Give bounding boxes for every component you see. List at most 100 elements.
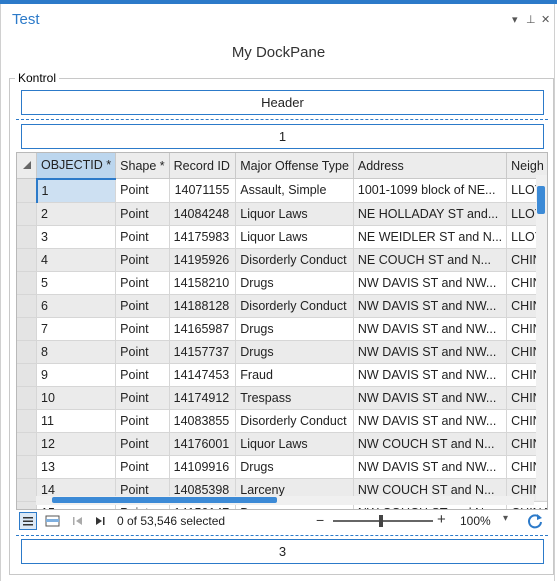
cell-objectid[interactable]: 11 (36, 409, 117, 433)
table-row[interactable]: 2 Point 14084248 Liquor Laws NE HOLLADAY ST … (17, 202, 547, 226)
cell-major-offense-type[interactable]: Drugs (235, 455, 354, 479)
row-header[interactable] (17, 317, 37, 341)
table-row[interactable]: 6 Point 14188128 Disorderly Conduct NW DAVIS… (17, 294, 547, 318)
zoom-slider-thumb[interactable] (379, 515, 383, 527)
cell-shape[interactable]: Point (115, 317, 170, 341)
header-button[interactable]: Header (21, 90, 544, 115)
column-header-record-id[interactable]: Record ID (169, 153, 237, 179)
cell-major-offense-type[interactable]: Disorderly Conduct (235, 294, 354, 318)
cell-shape[interactable]: Point (115, 178, 170, 203)
zoom-level[interactable]: 100% (460, 514, 491, 528)
cell-record-id[interactable]: 14109916 (169, 455, 237, 479)
cell-shape[interactable]: Point (115, 432, 170, 456)
cell-record-id[interactable]: 14175983 (169, 225, 237, 249)
table-row[interactable]: 9 Point 14147453 Fraud NW DAVIS ST and NW...… (17, 363, 547, 387)
cell-major-offense-type[interactable]: Disorderly Conduct (235, 409, 354, 433)
table-row[interactable]: 11 Point 14083855 Disorderly Conduct NW DAVI… (17, 409, 547, 433)
cell-record-id[interactable]: 14176001 (169, 432, 237, 456)
cell-shape[interactable]: Point (115, 409, 170, 433)
cell-objectid[interactable]: 1 (35, 178, 117, 203)
cell-address[interactable]: NW COUCH ST and N... (353, 432, 508, 456)
cell-objectid[interactable]: 9 (36, 363, 117, 387)
pane-options-dropdown-icon[interactable]: ▾ (512, 13, 518, 26)
cell-shape[interactable]: Point (115, 455, 170, 479)
cell-major-offense-type[interactable]: Assault, Simple (235, 178, 354, 203)
cell-major-offense-type[interactable]: Drugs (235, 340, 354, 364)
cell-address[interactable]: NW DAVIS ST and NW... (353, 340, 508, 364)
cell-shape[interactable]: Point (115, 248, 170, 272)
last-record-icon[interactable] (91, 512, 109, 530)
first-record-icon[interactable] (69, 512, 87, 530)
pin-icon[interactable]: ⊥ (526, 13, 536, 26)
row-header[interactable] (17, 202, 37, 226)
table-row[interactable]: 1 Point 14071155 Assault, Simple 1001-1099 b… (17, 178, 547, 203)
cell-objectid[interactable]: 7 (36, 317, 117, 341)
cell-major-offense-type[interactable]: Liquor Laws (235, 432, 354, 456)
cell-record-id[interactable]: 14083855 (169, 409, 237, 433)
cell-record-id[interactable]: 14157737 (169, 340, 237, 364)
cell-address[interactable]: NW DAVIS ST and NW... (353, 409, 508, 433)
zoom-dropdown-icon[interactable]: ▾ (503, 513, 508, 524)
table-row[interactable]: 4 Point 14195926 Disorderly Conduct NE COUCH… (17, 248, 547, 272)
cell-record-id[interactable]: 14158210 (169, 271, 237, 295)
cell-objectid[interactable]: 6 (36, 294, 117, 318)
horizontal-scroll-thumb[interactable] (52, 497, 277, 503)
cell-objectid[interactable]: 5 (36, 271, 117, 295)
cell-major-offense-type[interactable]: Liquor Laws (235, 225, 354, 249)
row-header[interactable] (17, 271, 37, 295)
row-header[interactable] (17, 178, 37, 203)
cell-address[interactable]: NW DAVIS ST and NW... (353, 455, 508, 479)
cell-shape[interactable]: Point (115, 202, 170, 226)
show-selected-records-icon[interactable] (44, 512, 62, 530)
row-header[interactable] (17, 501, 37, 509)
cell-major-offense-type[interactable]: Trespass (235, 386, 354, 410)
cell-record-id[interactable]: 14147453 (169, 363, 237, 387)
row-header[interactable] (17, 455, 37, 479)
table-row[interactable]: 3 Point 14175983 Liquor Laws NE WEIDLER ST a… (17, 225, 547, 249)
row-header[interactable] (17, 294, 37, 318)
cell-address[interactable]: NW DAVIS ST and NW... (353, 271, 508, 295)
table-row[interactable]: 12 Point 14176001 Liquor Laws NW COUCH ST an… (17, 432, 547, 456)
cell-record-id[interactable]: 14071155 (169, 178, 237, 203)
zoom-slider-track[interactable] (333, 520, 433, 522)
row-header[interactable] (17, 409, 37, 433)
table-row[interactable]: 8 Point 14157737 Drugs NW DAVIS ST and NW...… (17, 340, 547, 364)
refresh-icon[interactable] (525, 511, 545, 531)
column-header-shape[interactable]: Shape * (115, 153, 170, 179)
attribute-table[interactable]: OBJECTID * Shape * Record ID Major Offen… (16, 152, 548, 510)
box-3[interactable]: 3 (21, 539, 544, 564)
cell-record-id[interactable]: 14188128 (169, 294, 237, 318)
box-1[interactable]: 1 (21, 124, 544, 149)
row-header[interactable] (17, 340, 37, 364)
cell-major-offense-type[interactable]: Drugs (235, 271, 354, 295)
cell-address[interactable]: NW DAVIS ST and NW... (353, 386, 508, 410)
cell-shape[interactable]: Point (115, 271, 170, 295)
row-header[interactable] (17, 478, 37, 502)
cell-objectid[interactable]: 3 (36, 225, 117, 249)
cell-record-id[interactable]: 14165987 (169, 317, 237, 341)
cell-address[interactable]: NE HOLLADAY ST and... (353, 202, 508, 226)
row-header[interactable] (17, 248, 37, 272)
cell-shape[interactable]: Point (115, 340, 170, 364)
vertical-scrollbar[interactable] (536, 175, 547, 500)
vertical-scroll-thumb[interactable] (537, 186, 545, 214)
cell-objectid[interactable]: 12 (36, 432, 117, 456)
cell-shape[interactable]: Point (115, 363, 170, 387)
cell-objectid[interactable]: 2 (36, 202, 117, 226)
cell-objectid[interactable]: 8 (36, 340, 117, 364)
cell-shape[interactable]: Point (115, 294, 170, 318)
select-all-corner[interactable] (17, 153, 37, 179)
close-icon[interactable]: ✕ (541, 13, 550, 26)
cell-objectid[interactable]: 10 (36, 386, 117, 410)
table-row[interactable]: 13 Point 14109916 Drugs NW DAVIS ST and NW..… (17, 455, 547, 479)
cell-address[interactable]: NW DAVIS ST and NW... (353, 317, 508, 341)
cell-record-id[interactable]: 14195926 (169, 248, 237, 272)
zoom-in-icon[interactable]: + (437, 511, 446, 528)
column-header-major-offense-type[interactable]: Major Offense Type (235, 153, 354, 179)
show-all-records-icon[interactable] (19, 512, 37, 530)
table-row[interactable]: 5 Point 14158210 Drugs NW DAVIS ST and NW...… (17, 271, 547, 295)
cell-record-id[interactable]: 14084248 (169, 202, 237, 226)
row-header[interactable] (17, 432, 37, 456)
cell-major-offense-type[interactable]: Fraud (235, 363, 354, 387)
cell-address[interactable]: NE COUCH ST and N... (353, 248, 508, 272)
